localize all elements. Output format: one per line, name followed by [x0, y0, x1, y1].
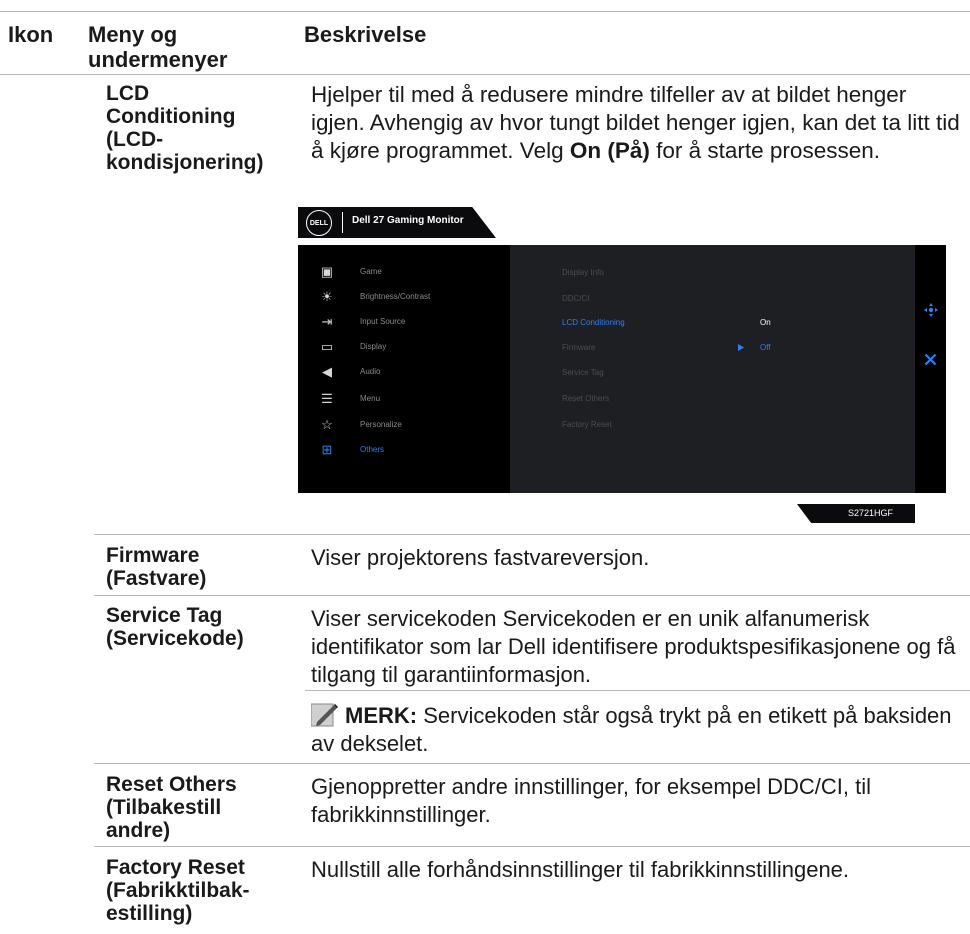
- osd-menu-item-audio[interactable]: ◀ Audio: [319, 363, 499, 383]
- menu-name-line: (Fastvare): [106, 567, 207, 590]
- osd-menu-label: Others: [360, 445, 385, 454]
- osd-nav-column: [915, 245, 946, 493]
- osd-menu-item-input-source[interactable]: ⇥ Input Source: [319, 313, 499, 333]
- osd-option-on[interactable]: On: [760, 318, 771, 327]
- osd-menu-item-personalize[interactable]: ☆ Personalize: [319, 416, 499, 436]
- osd-submenu-lcd-conditioning[interactable]: LCD Conditioning: [562, 318, 625, 327]
- gamepad-icon: ▣: [320, 264, 334, 279]
- osd-submenu-service-tag[interactable]: Service Tag: [562, 368, 604, 377]
- menu-name-factory-reset: Factory Reset (Fabrikktilbak- estilling): [106, 856, 250, 925]
- column-header-icon: Ikon: [8, 22, 54, 47]
- description-factory-reset: Nullstill alle forhåndsinnstillinger til…: [311, 857, 850, 882]
- column-header-menu: Meny og undermenyer: [88, 22, 227, 72]
- menu-name-line: andre): [106, 819, 171, 842]
- menu-name-line: (LCD-: [106, 128, 164, 151]
- table-top-rule: [0, 11, 970, 12]
- description-bold: On (På): [569, 138, 650, 163]
- column-header-menu-line2: undermenyer: [88, 47, 228, 72]
- menu-name-line: (Fabrikktilbak-: [106, 879, 250, 902]
- osd-menu-label: Menu: [360, 394, 381, 403]
- menu-name-firmware: Firmware (Fastvare): [106, 544, 206, 590]
- column-header-description: Beskrivelse: [304, 22, 427, 47]
- note-label: MERK:: [345, 703, 418, 728]
- menu-icon: ☰: [321, 391, 333, 406]
- osd-submenu-firmware[interactable]: Firmware: [562, 343, 595, 352]
- osd-menu-item-others[interactable]: ⊞ Others: [319, 441, 499, 461]
- display-icon: ▭: [320, 339, 334, 354]
- osd-menu-label: Display: [360, 342, 387, 351]
- menu-name-line: (Servicekode): [106, 627, 244, 650]
- osd-menu-label: Audio: [360, 367, 381, 376]
- menu-name-line: kondisjonering): [106, 151, 264, 174]
- menu-name-line: Firmware: [106, 544, 200, 567]
- osd-menu-item-display[interactable]: ▭ Display: [319, 338, 499, 358]
- menu-name-line: estilling): [106, 902, 193, 925]
- model-label: S2721HGF: [797, 504, 915, 523]
- brightness-icon: ☀: [321, 289, 333, 304]
- star-icon: ☆: [321, 417, 333, 432]
- description-reset-others: Gjenoppretter andre innstillinger, for e…: [311, 774, 872, 827]
- note-rule: [305, 690, 970, 691]
- menu-name-line: (Tilbakestill: [106, 796, 222, 819]
- osd-menu-label: Brightness/Contrast: [360, 292, 431, 301]
- menu-name-line: Reset Others: [106, 773, 237, 796]
- osd-submenu-ddc-ci[interactable]: DDC/CI: [562, 294, 590, 303]
- audio-icon: ◀: [322, 364, 332, 379]
- osd-menu-item-menu[interactable]: ☰ Menu: [319, 390, 499, 410]
- osd-menu-label: Personalize: [360, 420, 402, 429]
- osd-title: Dell 27 Gaming Monitor: [352, 215, 464, 226]
- osd-submenu-reset-others[interactable]: Reset Others: [562, 394, 609, 403]
- row-rule: [94, 595, 970, 596]
- note-service-tag: MERK: Servicekoden står også trykt på en…: [311, 702, 966, 758]
- triangle-right-icon: [738, 344, 744, 351]
- row-rule: [94, 534, 970, 535]
- row-rule: [94, 763, 970, 764]
- osd-title-separator: [342, 212, 343, 233]
- row-rule: [94, 846, 970, 847]
- osd-submenu-factory-reset[interactable]: Factory Reset: [562, 420, 612, 429]
- osd-menu-item-game[interactable]: ▣ Game: [319, 263, 499, 283]
- osd-menu-item-brightness[interactable]: ☀ Brightness/Contrast: [319, 288, 499, 308]
- description-service-tag: Viser servicekoden Servicekoden er en un…: [311, 606, 956, 687]
- menu-name-lcd-conditioning: LCD Conditioning (LCD- kondisjonering): [106, 82, 264, 174]
- menu-name-line: Service Tag: [106, 604, 223, 627]
- menu-name-service-tag: Service Tag (Servicekode): [106, 604, 244, 650]
- menu-name-line: Factory Reset: [106, 856, 245, 879]
- description-firmware: Viser projektorens fastvareversjon.: [311, 545, 650, 570]
- joystick-icon[interactable]: [924, 303, 938, 317]
- column-header-menu-line1: Meny og: [88, 22, 178, 47]
- menu-name-reset-others: Reset Others (Tilbakestill andre): [106, 773, 237, 842]
- osd-menu-label: Input Source: [360, 317, 406, 326]
- header-rule: [0, 74, 970, 75]
- menu-name-line: LCD: [106, 82, 150, 105]
- others-icon: ⊞: [321, 442, 333, 457]
- description-lcd-conditioning: Hjelper til med å redusere mindre tilfel…: [311, 81, 966, 165]
- menu-name-line: Conditioning: [106, 105, 236, 128]
- osd-submenu-display-info[interactable]: Display Info: [562, 268, 604, 277]
- dell-logo: DELL: [306, 210, 332, 236]
- close-icon[interactable]: [924, 353, 937, 366]
- osd-menu-label: Game: [360, 267, 382, 276]
- input-source-icon: ⇥: [321, 314, 333, 329]
- osd-option-off[interactable]: Off: [760, 343, 771, 352]
- description-text-end: for å starte prosessen.: [649, 138, 880, 163]
- model-name: S2721HGF: [847, 508, 893, 518]
